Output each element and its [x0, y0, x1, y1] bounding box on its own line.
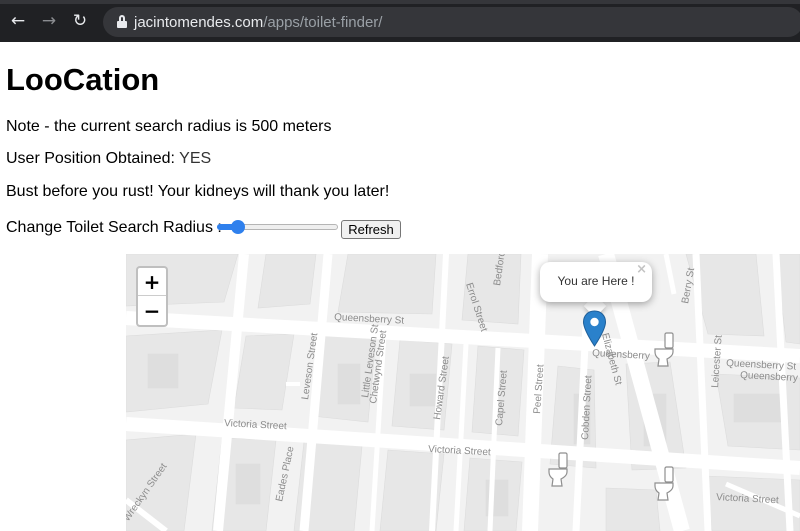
toilet-icon[interactable] [653, 466, 675, 502]
browser-toolbar: ← → ↻ jacintomendes.com/apps/toilet-find… [0, 0, 800, 42]
popup-tip-cover [581, 292, 609, 302]
popup-close-icon[interactable]: × [636, 263, 647, 277]
user-position-label: User Position Obtained: [6, 150, 180, 167]
radius-label: Change Toilet Search Radius : [6, 219, 222, 236]
page-title: LooCation [6, 62, 160, 97]
address-bar[interactable]: jacintomendes.com/apps/toilet-finder/ [103, 7, 800, 37]
street-label: Queensberry [592, 348, 650, 362]
user-position-value: YES [179, 150, 212, 167]
location-pin-icon[interactable] [582, 310, 607, 347]
forward-arrow-icon[interactable]: → [39, 11, 59, 31]
back-arrow-icon[interactable]: ← [8, 11, 28, 31]
zoom-out-button[interactable]: − [138, 297, 166, 325]
reload-icon[interactable]: ↻ [70, 11, 90, 31]
url-text[interactable]: jacintomendes.com/apps/toilet-finder/ [134, 14, 382, 31]
toilet-icon[interactable] [653, 332, 675, 368]
tagline: Bust before you rust! Your kidneys will … [6, 183, 390, 200]
radius-slider[interactable] [217, 220, 338, 234]
zoom-control: + − [136, 266, 168, 327]
lock-icon[interactable] [117, 15, 127, 28]
map-tiles[interactable]: Queensberry St Queensberry St Queensberr… [126, 254, 800, 531]
url-path: /apps/toilet-finder/ [263, 14, 383, 31]
zoom-in-button[interactable]: + [138, 268, 166, 296]
tab-strip-edge [0, 0, 800, 4]
toilet-icon[interactable] [547, 452, 569, 488]
slider-thumb[interactable] [231, 220, 245, 234]
search-radius-note: Note - the current search radius is 500 … [6, 118, 332, 135]
map[interactable]: Queensberry St Queensberry St Queensberr… [126, 254, 800, 531]
refresh-button[interactable]: Refresh [341, 220, 401, 239]
user-position-status: User Position Obtained: YES [6, 150, 211, 168]
url-host: jacintomendes.com [134, 14, 264, 31]
street-label: Eades Place [274, 445, 297, 503]
street-label: Peel Street [532, 364, 546, 414]
